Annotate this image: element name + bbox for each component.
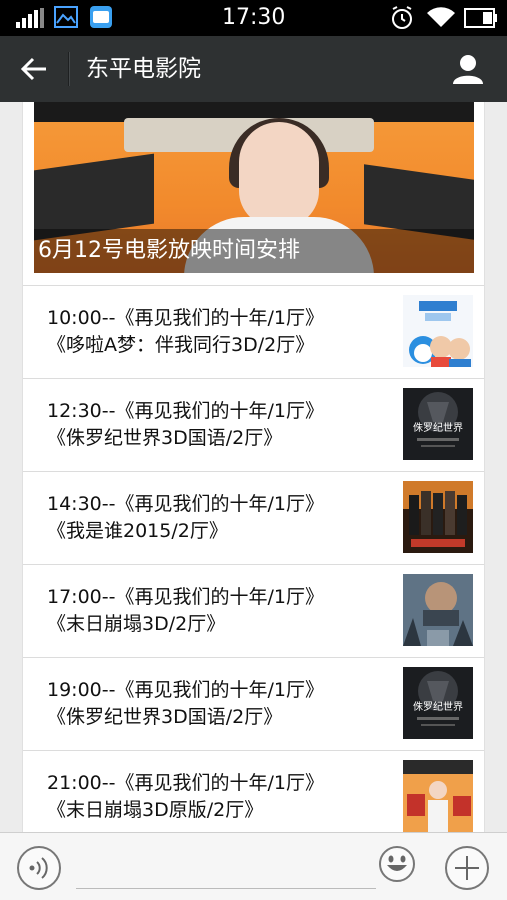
voice-input-icon[interactable]: [16, 845, 62, 891]
schedule-line-1: 14:30--《再见我们的十年/1厅》: [47, 493, 324, 515]
signal-icon: [16, 8, 44, 28]
jurassic-world-poster-thumbnail[interactable]: 侏罗纪世界: [403, 388, 473, 460]
cover-caption: 6月12号电影放映时间安排: [38, 238, 300, 263]
schedule-line-2: 《侏罗纪世界3D国语/2厅》: [47, 706, 283, 728]
schedule-row[interactable]: 12:30--《再见我们的十年/1厅》 《侏罗纪世界3D国语/2厅》 侏罗纪世界: [23, 378, 484, 471]
san-andreas-poster-thumbnail[interactable]: [403, 574, 473, 646]
schedule-line-1: 10:00--《再见我们的十年/1厅》: [47, 307, 324, 329]
app-notification-icon: [90, 6, 112, 28]
cover-banner-left: [34, 153, 154, 241]
back-arrow-icon[interactable]: [20, 56, 48, 82]
wifi-icon: [427, 7, 455, 28]
ten-years-poster-thumbnail[interactable]: [403, 760, 473, 832]
who-am-i-poster-thumbnail[interactable]: [403, 481, 473, 553]
schedule-row[interactable]: 21:00--《再见我们的十年/1厅》 《末日崩塌3D原版/2厅》: [23, 750, 484, 832]
schedule-line-2: 《我是谁2015/2厅》: [47, 520, 228, 542]
page-title: 东平电影院: [86, 56, 201, 82]
cover-image[interactable]: 6月12号电影放映时间安排: [34, 102, 474, 273]
jurassic-world-poster-thumbnail[interactable]: 侏罗纪世界: [403, 667, 473, 739]
schedule-row[interactable]: 10:00--《再见我们的十年/1厅》 《哆啦A梦：伴我同行3D/2厅》: [23, 285, 484, 378]
schedule-line-2: 《侏罗纪世界3D国语/2厅》: [47, 427, 283, 449]
schedule-line-1: 19:00--《再见我们的十年/1厅》: [47, 679, 324, 701]
schedule-row[interactable]: 19:00--《再见我们的十年/1厅》 《侏罗纪世界3D国语/2厅》 侏罗纪世界: [23, 657, 484, 750]
alarm-icon: [392, 6, 412, 29]
schedule-line-1: 12:30--《再见我们的十年/1厅》: [47, 400, 324, 422]
nav-divider: [68, 52, 69, 86]
schedule-line-2: 《末日崩塌3D原版/2厅》: [47, 799, 264, 821]
poster-title: 侏罗纪世界: [413, 422, 463, 434]
schedule-line-1: 21:00--《再见我们的十年/1厅》: [47, 772, 324, 794]
article-content: 6月12号电影放映时间安排 10:00--《再见我们的十年/1厅》 《哆啦A梦：…: [22, 102, 485, 832]
schedule-row[interactable]: 14:30--《再见我们的十年/1厅》 《我是谁2015/2厅》: [23, 471, 484, 564]
status-bar: 17:30: [0, 0, 507, 36]
clock: 17:30: [222, 5, 286, 30]
cover-person-face: [239, 122, 319, 227]
schedule-line-1: 17:00--《再见我们的十年/1厅》: [47, 586, 324, 608]
more-options-icon[interactable]: [444, 845, 490, 891]
schedule-line-2: 《末日崩塌3D/2厅》: [47, 613, 226, 635]
emoji-icon[interactable]: [378, 845, 416, 883]
bottom-input-bar: [0, 832, 507, 900]
schedule-row[interactable]: 17:00--《再见我们的十年/1厅》 《末日崩塌3D/2厅》: [23, 564, 484, 657]
user-profile-icon[interactable]: [452, 53, 484, 85]
doraemon-poster-thumbnail[interactable]: [403, 295, 473, 367]
gallery-notification-icon: [54, 6, 78, 28]
message-input[interactable]: [76, 843, 376, 889]
nav-bar: 东平电影院: [0, 36, 507, 102]
battery-icon: [464, 8, 497, 28]
schedule-line-2: 《哆啦A梦：伴我同行3D/2厅》: [47, 334, 315, 356]
poster-title: 侏罗纪世界: [413, 701, 463, 713]
